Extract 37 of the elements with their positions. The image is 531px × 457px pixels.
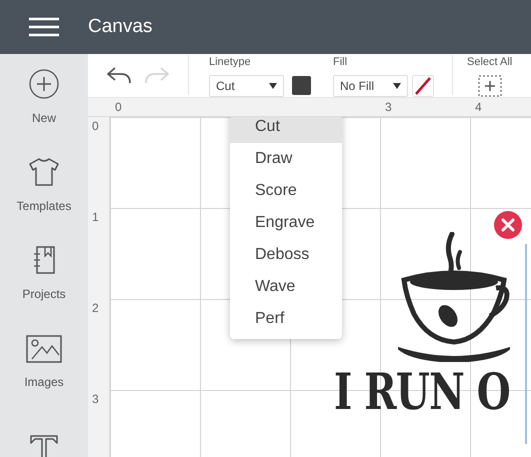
color-swatch[interactable] xyxy=(292,76,311,95)
app-title: Canvas xyxy=(88,14,152,39)
linetype-select[interactable]: Cut xyxy=(209,74,284,96)
sidebar-label[interactable]: Templates xyxy=(16,197,72,215)
sidebar-label[interactable]: Projects xyxy=(22,285,66,303)
menu-item[interactable]: Score xyxy=(230,174,342,206)
menu-icon[interactable] xyxy=(29,17,59,37)
caret-icon xyxy=(269,82,277,88)
t-shirt-icon[interactable] xyxy=(29,157,59,189)
menu-item[interactable]: Engrave xyxy=(230,206,342,238)
sidebar-label[interactable]: New xyxy=(32,109,56,127)
fill-select[interactable]: No Fill xyxy=(333,74,408,96)
no-fill-icon[interactable] xyxy=(412,74,434,96)
fill-label: Fill xyxy=(333,55,348,70)
plus-circle-icon[interactable] xyxy=(29,69,59,101)
linetype-label: Linetype xyxy=(209,55,252,70)
ruler-number: 0 xyxy=(115,100,122,114)
select-all-label: Select All xyxy=(467,55,512,70)
image-icon[interactable] xyxy=(26,333,62,365)
select-all-icon[interactable] xyxy=(478,74,502,96)
ruler-number: 3 xyxy=(92,392,99,406)
menu-item[interactable]: Draw xyxy=(230,142,342,174)
menu-item[interactable]: Cut xyxy=(230,116,342,142)
menu-item[interactable]: Deboss xyxy=(230,238,342,270)
menu-item[interactable]: Wave xyxy=(230,270,342,302)
text-t-icon[interactable] xyxy=(29,434,59,457)
ruler-number: 1 xyxy=(92,210,99,224)
close-icon[interactable] xyxy=(494,210,522,238)
caret-icon xyxy=(393,82,401,88)
design-text: I RUN O xyxy=(334,366,510,416)
undo-icon[interactable] xyxy=(106,65,132,86)
menu-item[interactable]: Perf xyxy=(230,302,342,334)
sidebar-label[interactable]: Images xyxy=(24,373,64,391)
ruler-number: 4 xyxy=(475,100,482,114)
ruler-number: 2 xyxy=(92,300,99,314)
ruler-number: 0 xyxy=(92,118,99,132)
ruler-number: 3 xyxy=(385,100,392,114)
